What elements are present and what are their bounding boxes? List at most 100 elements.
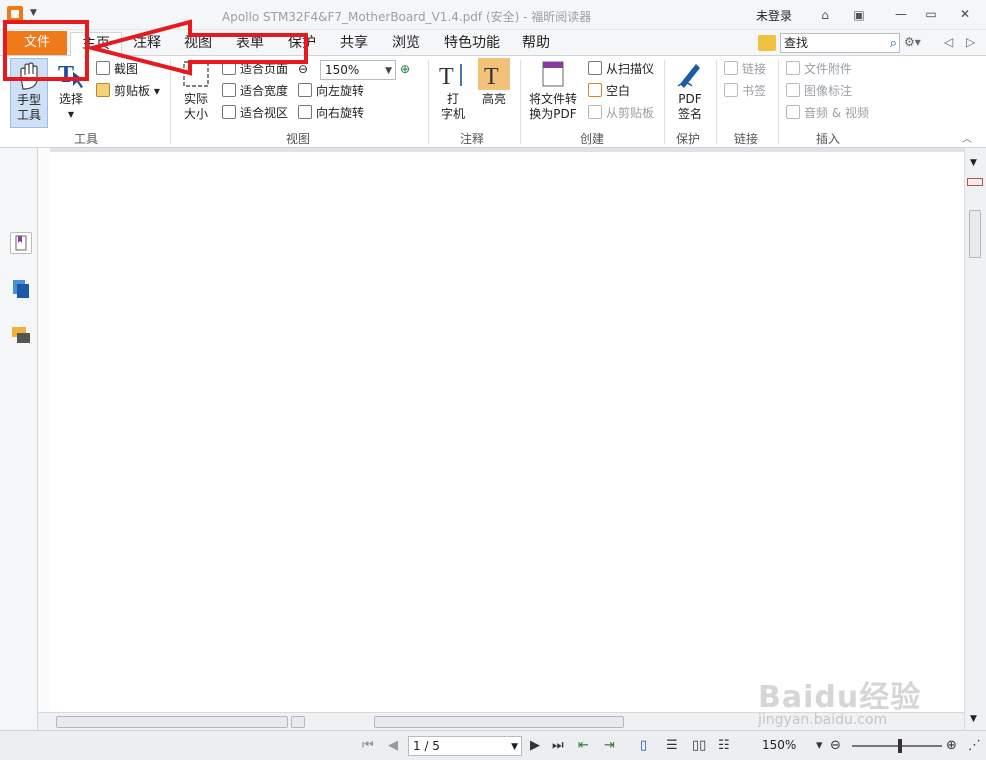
zoom-in-icon[interactable]: ⊕ [946,738,957,753]
minimize-button[interactable]: — [888,4,914,24]
file-attachment-button[interactable]: 文件附件 [786,60,852,78]
maximize-button[interactable]: ▭ [918,4,944,24]
typewriter-button[interactable]: T 打 字机 [436,58,470,128]
fit-visible-label: 适合视区 [240,106,289,120]
tab-home[interactable]: 主页 [70,32,122,56]
select-dropdown-icon[interactable]: ▼ [54,107,88,122]
foxit-logo-icon[interactable] [7,6,23,22]
document-view[interactable] [50,152,964,712]
scroll-thumb[interactable] [969,210,981,258]
split-handle-icon[interactable] [291,716,305,728]
highlight-button[interactable]: T 高亮 [476,58,512,128]
pages-panel-icon[interactable] [10,278,32,300]
vertical-scrollbar[interactable]: ▼ ▼ [964,148,986,730]
resize-grip-icon[interactable]: ⋰ [968,738,981,753]
previous-view-icon[interactable]: ⇤ [578,738,589,753]
actual-size-button[interactable]: 实际 大小 [176,58,216,128]
bookmark-button[interactable]: 书签 [724,82,766,100]
from-clipboard-button[interactable]: 从剪贴板 [588,104,654,122]
image-mark-label: 图像标注 [804,84,853,98]
zoom-dropdown-icon[interactable]: ▾ [816,738,823,753]
hand-tool-label-2: 工具 [16,108,41,122]
comments-panel-icon[interactable] [10,324,32,346]
folder-search-icon[interactable] [758,35,776,51]
fit-page-button[interactable]: 适合页面 [222,60,288,78]
fullscreen-icon[interactable]: ▣ [850,6,868,24]
scroll-down-icon[interactable]: ▼ [970,714,977,724]
pdf-sign-button[interactable]: PDF 签名 [670,58,710,128]
tab-comment[interactable]: 注释 [126,32,168,56]
image-mark-button[interactable]: 图像标注 [786,82,852,100]
shirt-skin-icon[interactable]: ⌂ [816,6,834,24]
tab-form[interactable]: 表单 [229,32,271,56]
first-page-icon[interactable]: ⏮ [362,738,374,753]
zoom-out-icon[interactable]: ⊖ [298,60,308,78]
forward-arrow-icon[interactable]: ▷ [966,35,975,49]
fit-width-label: 适合宽度 [240,84,289,98]
zoom-slider[interactable] [852,745,942,747]
tab-protect[interactable]: 保护 [281,32,323,56]
snapshot-button[interactable]: 截图 [96,60,138,78]
tab-help[interactable]: 帮助 [515,32,557,56]
zoom-in-icon[interactable]: ⊕ [400,60,410,78]
quick-access-dropdown-icon[interactable]: ▼ [30,8,37,18]
next-page-icon[interactable]: ▶ [530,738,540,753]
baidu-watermark-url: jingyan.baidu.com [758,712,888,728]
clipboard-button[interactable]: 剪贴板 ▾ [96,82,160,100]
continuous-facing-icon[interactable]: ☷ [718,738,730,753]
tab-view[interactable]: 视图 [177,32,219,56]
tab-browse[interactable]: 浏览 [385,32,427,56]
typewriter-label-1: 打 [446,92,459,106]
tab-file[interactable]: 文件 [7,31,67,55]
divider [716,60,717,144]
collapse-ribbon-icon[interactable]: ︿ [962,130,972,145]
audio-video-button[interactable]: 音频 & 视频 [786,104,869,122]
fit-width-button[interactable]: 适合宽度 [222,82,288,100]
search-icon[interactable]: ⌕ [890,35,897,53]
search-input[interactable]: 查找 ⌕ [780,33,900,53]
blank-button[interactable]: 空白 [588,82,630,100]
page-number-input[interactable]: 1 / 5 ▼ [408,736,522,756]
bookmark-panel-icon[interactable] [10,232,32,254]
select-button[interactable]: T 选择 ▼ [54,58,88,128]
zoom-slider-thumb[interactable] [898,739,902,753]
link-button[interactable]: 链接 [724,60,766,78]
hand-tool-button[interactable]: 手型 工具 [10,58,48,128]
zoom-out-icon[interactable]: ⊖ [830,738,841,753]
next-view-icon[interactable]: ⇥ [604,738,615,753]
divider [520,60,521,144]
svg-text:T: T [439,64,454,90]
scroll-thumb-left[interactable] [56,716,288,728]
typewriter-icon: T [437,58,469,90]
status-bar: ⏮ ◀ 1 / 5 ▼ ▶ ⏭ ⇤ ⇥ ▯ ☰ ▯▯ ☷ 150% ▾ ⊖ ⊕ ⋰ [0,730,986,760]
link-label: 链接 [742,62,767,76]
login-status[interactable]: 未登录 [756,7,792,24]
tab-share[interactable]: 共享 [333,32,375,56]
single-page-icon[interactable]: ▯ [640,738,647,753]
rotate-right-button[interactable]: 向右旋转 [298,104,364,122]
from-scanner-button[interactable]: 从扫描仪 [588,60,654,78]
back-arrow-icon[interactable]: ◁ [944,35,953,49]
fit-visible-button[interactable]: 适合视区 [222,104,288,122]
prev-page-icon[interactable]: ◀ [388,738,398,753]
blank-page-icon [588,83,602,97]
scroll-thumb-right[interactable] [374,716,624,728]
highlight-icon: T [478,58,510,90]
divider [428,60,429,144]
convert-to-pdf-button[interactable]: 将文件转 换为PDF [526,58,580,128]
group-label-protect: 保护 [676,132,701,146]
chevron-down-icon: ▼ [511,742,518,752]
continuous-page-icon[interactable]: ☰ [666,738,678,753]
split-handle-icon[interactable] [967,178,983,186]
rotate-left-button[interactable]: 向左旋转 [298,82,364,100]
rotate-left-icon [298,83,312,97]
tab-features[interactable]: 特色功能 [437,32,507,56]
scroll-up-icon[interactable]: ▼ [970,158,977,168]
zoom-select[interactable]: 150% ▼ [320,60,396,80]
facing-page-icon[interactable]: ▯▯ [692,738,706,753]
last-page-icon[interactable]: ⏭ [552,738,564,753]
close-button[interactable]: ✕ [952,4,978,24]
navigation-pane [38,148,50,730]
settings-gear-icon[interactable]: ⚙▾ [904,35,921,49]
group-label-comment: 注释 [460,132,485,146]
